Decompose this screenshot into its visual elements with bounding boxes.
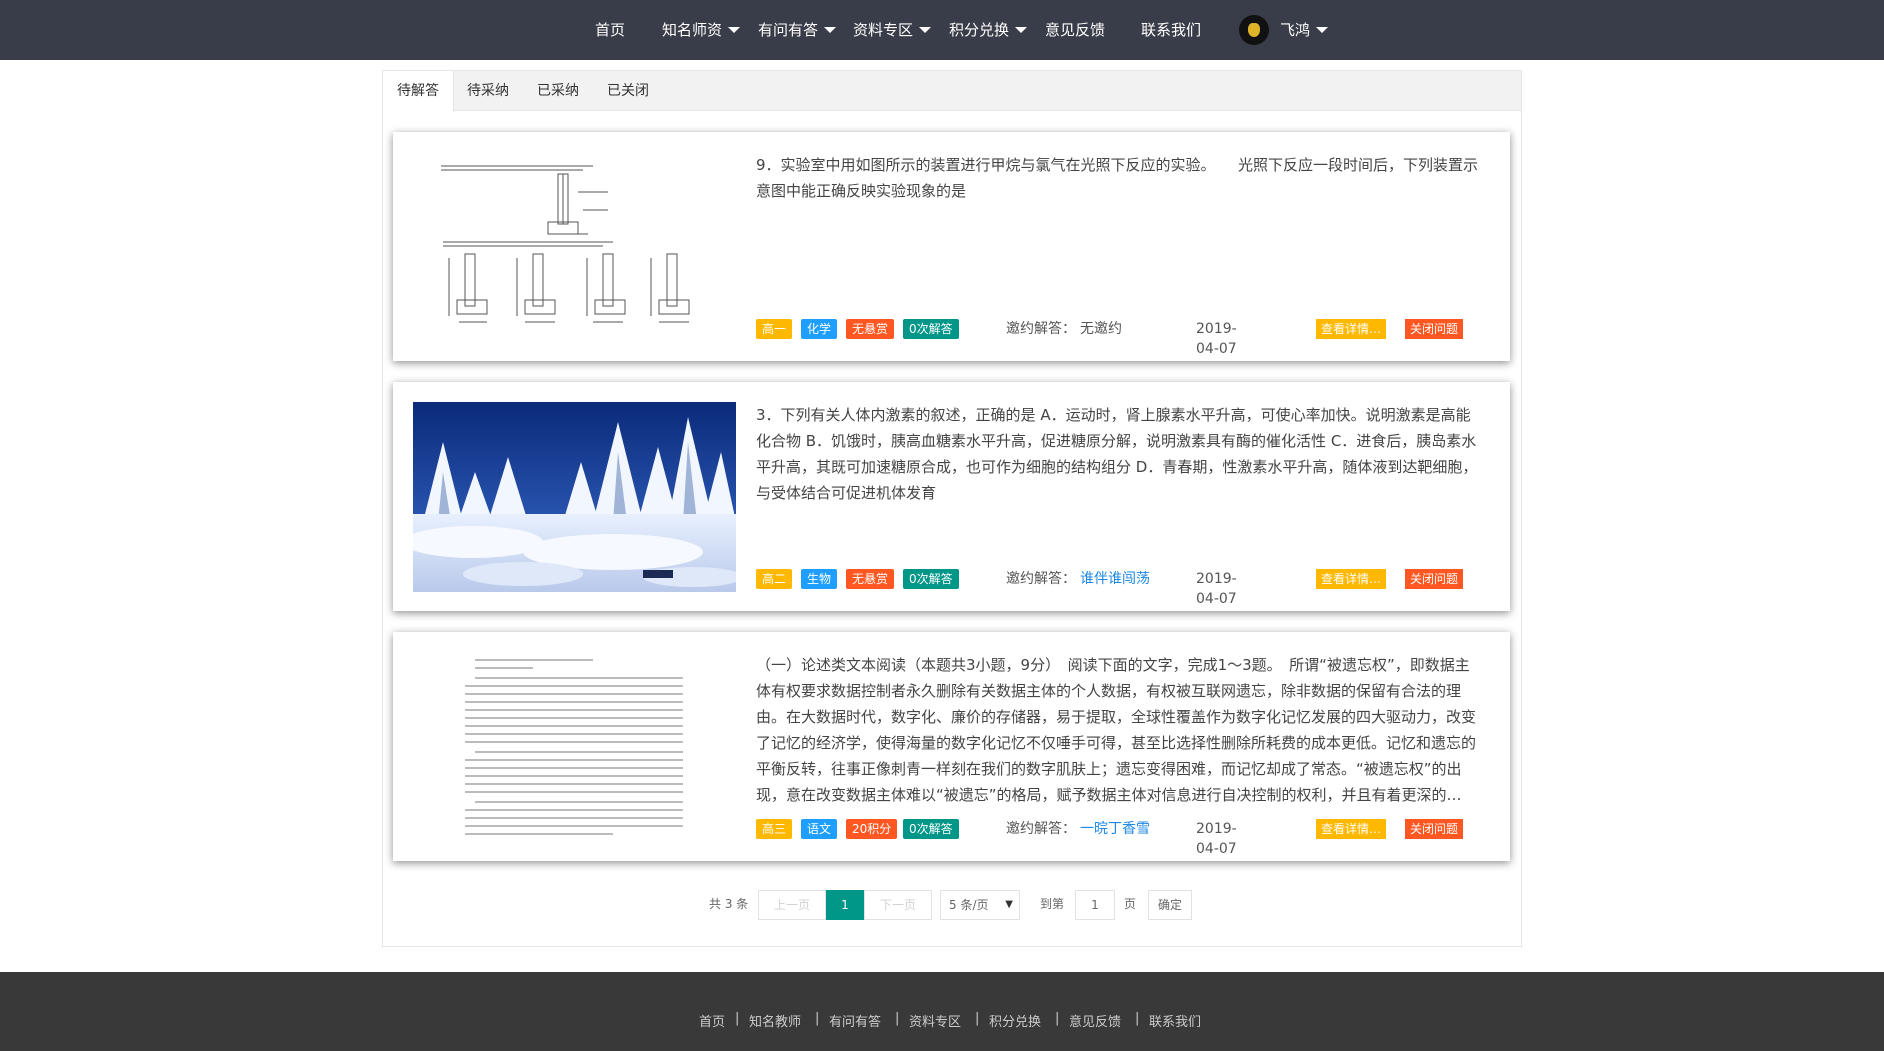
footer-link-qa[interactable]: 有问有答 — [829, 1011, 881, 1030]
page-unit-label: 页 — [1124, 897, 1137, 911]
question-date: 2019-04-07 — [1196, 571, 1237, 607]
nav-user-menu[interactable]: 飞鸿 — [1280, 0, 1329, 60]
tab-pending-adopt[interactable]: 待采纳 — [453, 71, 523, 111]
question-text[interactable]: 3．下列有关人体内激素的叙述，正确的是 A．运动时，肾上腺素水平升高，可使心率加… — [756, 402, 1481, 514]
tab-pending-answer[interactable]: 待解答 — [383, 71, 454, 112]
view-detail-button[interactable]: 查看详情… — [1316, 819, 1387, 839]
invite-label: 邀约解答： — [1006, 571, 1076, 587]
nav-home[interactable]: 首页 — [595, 0, 625, 60]
nav-qa[interactable]: 有问有答 — [758, 0, 837, 60]
caret-down-icon — [824, 26, 837, 33]
goto-confirm-button[interactable]: 确定 — [1148, 890, 1192, 920]
nav-points[interactable]: 积分兑换 — [949, 0, 1028, 60]
page-size-select[interactable]: 5 条/页 ▼ — [940, 890, 1020, 920]
reward-badge: 无悬赏 — [846, 569, 895, 589]
reward-badge: 20积分 — [846, 819, 898, 839]
footer-link-home[interactable]: 首页 — [699, 1011, 725, 1030]
nav-resources-label: 资料专区 — [853, 21, 914, 39]
goto-page-input[interactable]: 1 — [1075, 890, 1115, 920]
text-page-picture — [413, 652, 736, 842]
nav-teachers[interactable]: 知名师资 — [662, 0, 741, 60]
grade-badge: 高三 — [756, 819, 793, 839]
footer-separator: | — [1135, 1011, 1140, 1026]
view-detail-button[interactable]: 查看详情… — [1316, 319, 1387, 339]
grade-badge: 高一 — [756, 319, 793, 339]
question-date: 2019-04-07 — [1196, 321, 1237, 357]
page-size-value: 5 条/页 — [949, 898, 989, 912]
snow-forest-picture — [413, 402, 736, 592]
grade-badge: 高二 — [756, 569, 793, 589]
footer-link-teachers[interactable]: 知名教师 — [749, 1011, 801, 1030]
footer-link-feedback[interactable]: 意见反馈 — [1069, 1011, 1121, 1030]
question-card: 9．实验室中用如图所示的装置进行甲烷与氯气在光照下反应的实验。 光照下反应一段时… — [393, 132, 1510, 361]
footer-link-contact[interactable]: 联系我们 — [1149, 1011, 1201, 1030]
close-question-button[interactable]: 关闭问题 — [1405, 569, 1464, 589]
question-panel: 待解答 待采纳 已采纳 已关闭 9．实验室中用如图所示的装置进行甲烷与氯气在光照… — [382, 70, 1522, 947]
footer-separator: | — [895, 1011, 900, 1026]
pager-prev-button[interactable]: 上一页 — [758, 890, 826, 920]
tab-adopted[interactable]: 已采纳 — [523, 71, 593, 111]
footer-link-resources[interactable]: 资料专区 — [909, 1011, 961, 1030]
top-navbar: 首页 知名师资 有问有答 资料专区 积分兑换 意见反馈 联系我们 飞鸿 — [0, 0, 1884, 60]
nav-contact[interactable]: 联系我们 — [1141, 0, 1201, 60]
invite-label: 邀约解答： — [1006, 821, 1076, 837]
user-name: 飞鸿 — [1280, 21, 1311, 39]
answer-count-badge: 0次解答 — [903, 319, 959, 339]
subject-badge: 生物 — [801, 569, 838, 589]
question-text[interactable]: 9．实验室中用如图所示的装置进行甲烷与氯气在光照下反应的实验。 光照下反应一段时… — [756, 152, 1481, 212]
caret-down-icon — [1015, 26, 1028, 33]
question-text[interactable]: （一）论述类文本阅读（本题共3小题，9分） 阅读下面的文字，完成1～3题。 所谓… — [756, 652, 1481, 808]
question-date: 2019-04-07 — [1196, 821, 1237, 857]
footer-separator: | — [735, 1011, 740, 1026]
nav-resources[interactable]: 资料专区 — [853, 0, 932, 60]
answer-count-badge: 0次解答 — [903, 569, 959, 589]
apparatus-diagram — [413, 152, 736, 342]
goto-label: 到第 — [1040, 897, 1065, 911]
nav-feedback[interactable]: 意见反馈 — [1045, 0, 1105, 60]
invite-label: 邀约解答： — [1006, 321, 1076, 337]
tab-closed[interactable]: 已关闭 — [593, 71, 663, 111]
nav-qa-label: 有问有答 — [758, 21, 819, 39]
footer-separator: | — [975, 1011, 980, 1026]
subject-badge: 化学 — [801, 319, 838, 339]
nav-teachers-label: 知名师资 — [662, 21, 723, 39]
caret-down-icon — [919, 26, 932, 33]
pager-next-button[interactable]: 下一页 — [864, 890, 932, 920]
question-card: 3．下列有关人体内激素的叙述，正确的是 A．运动时，肾上腺素水平升高，可使心率加… — [393, 382, 1510, 611]
caret-down-icon — [1316, 26, 1329, 33]
invite-name: 无邀约 — [1080, 321, 1122, 337]
question-image-text-page[interactable] — [413, 652, 736, 842]
select-arrow-icon: ▼ — [1005, 899, 1013, 910]
close-question-button[interactable]: 关闭问题 — [1405, 819, 1464, 839]
view-detail-button[interactable]: 查看详情… — [1316, 569, 1387, 589]
reward-badge: 无悬赏 — [846, 319, 895, 339]
tab-bar: 待解答 待采纳 已采纳 已关闭 — [383, 71, 1521, 112]
footer-link-points[interactable]: 积分兑换 — [989, 1011, 1041, 1030]
nav-points-label: 积分兑换 — [949, 21, 1010, 39]
subject-badge: 语文 — [801, 819, 838, 839]
pager-total: 共 3 条 — [709, 897, 749, 911]
close-question-button[interactable]: 关闭问题 — [1405, 319, 1464, 339]
caret-down-icon — [728, 26, 741, 33]
question-card: （一）论述类文本阅读（本题共3小题，9分） 阅读下面的文字，完成1～3题。 所谓… — [393, 632, 1510, 861]
question-image-snow-landscape[interactable] — [413, 402, 736, 592]
footer-separator: | — [1055, 1011, 1060, 1026]
answer-count-badge: 0次解答 — [903, 819, 959, 839]
invite-name-link[interactable]: 一晥丁香雪 — [1080, 819, 1150, 839]
invite-name-link[interactable]: 谁伴谁闯荡 — [1080, 569, 1150, 589]
footer-separator: | — [815, 1011, 820, 1026]
pager-page-1[interactable]: 1 — [826, 890, 864, 920]
question-image-chemistry-apparatus[interactable] — [413, 152, 736, 342]
user-avatar[interactable] — [1239, 15, 1269, 45]
footer: 首页 | 知名教师 | 有问有答 | 资料专区 | 积分兑换 | 意见反馈 | … — [0, 972, 1884, 1051]
